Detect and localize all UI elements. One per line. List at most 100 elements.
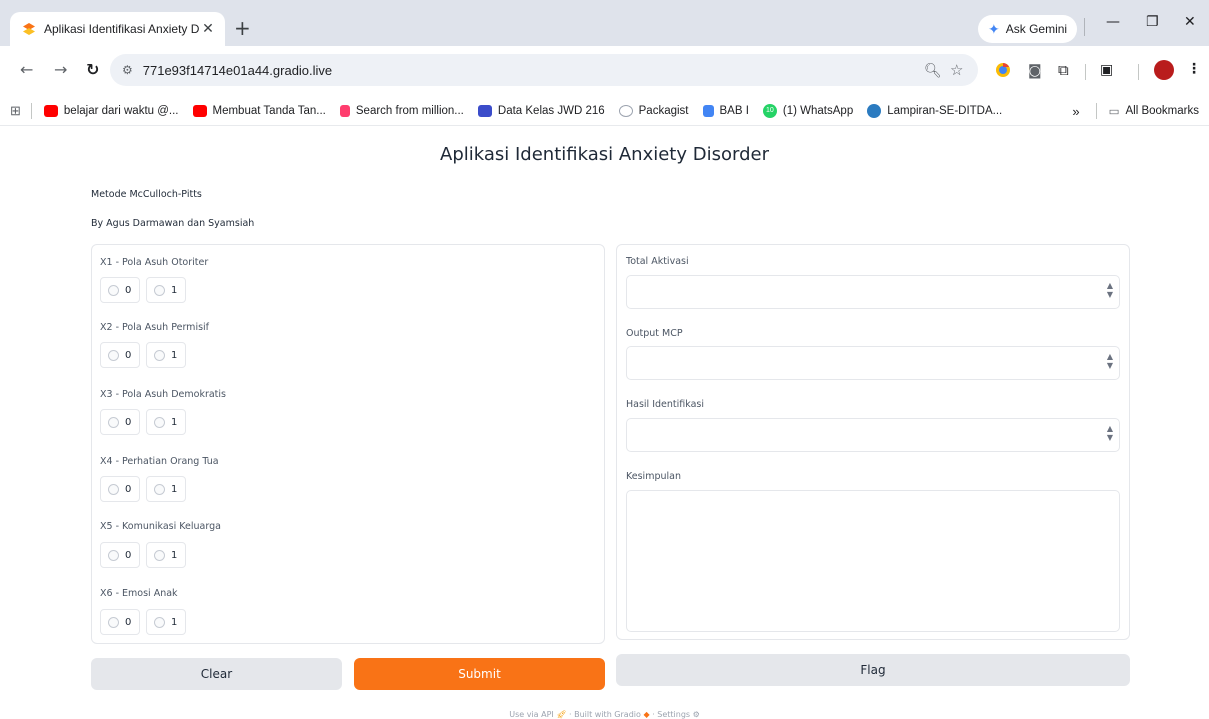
- number-spinner-icon[interactable]: ▲ ▼: [1107, 352, 1113, 370]
- radio-circle-icon: [108, 549, 119, 561]
- x2-option-1[interactable]: 1: [146, 342, 186, 368]
- bookmarks-right: » ▭ All Bookmarks: [1072, 96, 1199, 126]
- divider: [30, 102, 32, 119]
- extensions-icon[interactable]: ⧉: [1058, 61, 1069, 79]
- hasil-identifikasi-label: Hasil Identifikasi: [626, 399, 705, 410]
- bookmark-star-icon[interactable]: ☆: [950, 61, 963, 79]
- forward-icon[interactable]: →: [54, 60, 67, 79]
- ask-gemini-label: Ask Gemini: [1005, 22, 1068, 36]
- x2-option-0[interactable]: 0: [100, 342, 140, 368]
- x6-option-1[interactable]: 1: [146, 609, 186, 635]
- divider: [1084, 18, 1085, 36]
- tab-title: Aplikasi Identifikasi Anxiety Dis: [44, 22, 199, 36]
- x2-label: X2 - Pola Asuh Permisif: [100, 322, 210, 333]
- output-mcp-field[interactable]: ▲ ▼: [626, 346, 1120, 380]
- all-bookmarks-link[interactable]: All Bookmarks: [1126, 105, 1200, 117]
- tab-bar: Aplikasi Identifikasi Anxiety Dis ✕ + ✦ …: [0, 0, 1209, 46]
- submit-button[interactable]: Submit: [354, 658, 605, 690]
- radio-circle-icon: [154, 416, 165, 428]
- total-aktivasi-field[interactable]: ▲ ▼: [626, 275, 1120, 309]
- close-tab-icon[interactable]: ✕: [199, 21, 217, 37]
- settings-gear-icon: ⚙: [692, 710, 700, 719]
- flag-button[interactable]: Flag: [616, 654, 1130, 686]
- radio-circle-icon: [154, 483, 165, 495]
- bookmark-item[interactable]: Packagist: [618, 104, 689, 117]
- close-window-icon[interactable]: ✕: [1184, 14, 1196, 30]
- footer-separator: ·: [569, 710, 572, 719]
- radio-circle-icon: [108, 616, 119, 628]
- radio-circle-icon: [108, 416, 119, 428]
- url-text: 771e93f14714e01a44.gradio.live: [142, 62, 333, 78]
- bookmark-item[interactable]: Search from million...: [339, 104, 464, 117]
- page-title: Aplikasi Identifikasi Anxiety Disorder: [440, 144, 769, 165]
- screenshot-icon[interactable]: ◙: [1028, 63, 1042, 79]
- x3-option-1[interactable]: 1: [146, 409, 186, 435]
- bookmark-item[interactable]: BAB I: [702, 104, 749, 117]
- gradio-logo-icon: ◆: [643, 710, 650, 719]
- clear-button[interactable]: Clear: [91, 658, 342, 690]
- minimize-icon[interactable]: —: [1106, 14, 1120, 30]
- built-with-gradio-link[interactable]: Built with Gradio: [574, 710, 641, 719]
- radio-circle-icon: [154, 349, 165, 361]
- output-mcp-label: Output MCP: [626, 328, 683, 339]
- x3-option-0[interactable]: 0: [100, 409, 140, 435]
- address-bar[interactable]: ⚙ 771e93f14714e01a44.gradio.live: [110, 54, 978, 86]
- method-text: Metode McCulloch-Pitts: [91, 189, 202, 200]
- zoom-icon[interactable]: 🔍︎: [924, 63, 942, 79]
- x4-option-1[interactable]: 1: [146, 476, 186, 502]
- number-spinner-icon[interactable]: ▲ ▼: [1107, 281, 1113, 299]
- restore-icon[interactable]: ❐: [1146, 14, 1159, 30]
- x3-label: X3 - Pola Asuh Demokratis: [100, 389, 226, 400]
- radio-circle-icon: [154, 549, 165, 561]
- back-icon[interactable]: ←: [20, 60, 33, 79]
- bookmarks-bar: ⊞ belajar dari waktu @... Membuat Tanda …: [0, 96, 1209, 126]
- hasil-identifikasi-field[interactable]: ▲ ▼: [626, 418, 1120, 452]
- active-tab[interactable]: Aplikasi Identifikasi Anxiety Dis ✕: [10, 12, 225, 46]
- ask-gemini-button[interactable]: ✦ Ask Gemini: [978, 15, 1078, 43]
- folder-icon: ▭: [1108, 106, 1120, 118]
- reading-list-icon[interactable]: ▣: [1100, 62, 1113, 78]
- site-settings-icon[interactable]: ⚙: [122, 63, 133, 77]
- divider: [1138, 64, 1139, 80]
- footer-separator: ·: [652, 710, 655, 719]
- bookmark-item[interactable]: Membuat Tanda Tan...: [192, 104, 326, 117]
- bookmark-item[interactable]: 10 (1) WhatsApp: [762, 103, 853, 118]
- chrome-extension-icon[interactable]: [995, 62, 1011, 78]
- youtube-icon: [43, 104, 58, 117]
- settings-link[interactable]: Settings: [657, 710, 690, 719]
- x6-label: X6 - Emosi Anak: [100, 588, 178, 599]
- menu-kebab-icon[interactable]: ⋮: [1187, 61, 1201, 77]
- bookmark-item[interactable]: Lampiran-SE-DITDA...: [867, 103, 1002, 118]
- radio-circle-icon: [154, 616, 165, 628]
- use-via-api-link[interactable]: Use via API: [509, 710, 554, 719]
- reload-icon[interactable]: ↻: [86, 60, 99, 79]
- number-spinner-icon[interactable]: ▲ ▼: [1107, 424, 1113, 442]
- more-bookmarks-button[interactable]: »: [1072, 104, 1079, 119]
- packagist-icon: [618, 104, 633, 117]
- doc-icon: [702, 104, 714, 117]
- bars-icon: [339, 104, 350, 117]
- apps-grid-icon[interactable]: ⊞: [10, 103, 21, 119]
- x5-option-1[interactable]: 1: [146, 542, 186, 568]
- kesimpulan-textarea[interactable]: [626, 490, 1120, 632]
- x5-option-0[interactable]: 0: [100, 542, 140, 568]
- bookmark-item[interactable]: Data Kelas JWD 216: [477, 104, 605, 117]
- x6-option-0[interactable]: 0: [100, 609, 140, 635]
- x4-label: X4 - Perhatian Orang Tua: [100, 456, 219, 467]
- total-aktivasi-label: Total Aktivasi: [626, 256, 689, 267]
- x1-option-1[interactable]: 1: [146, 277, 186, 303]
- bookmark-item[interactable]: belajar dari waktu @...: [43, 104, 179, 117]
- x1-option-0[interactable]: 0: [100, 277, 140, 303]
- radio-circle-icon: [108, 483, 119, 495]
- new-tab-button[interactable]: +: [234, 16, 251, 40]
- profile-avatar[interactable]: [1154, 60, 1174, 80]
- divider: [1085, 64, 1086, 80]
- kesimpulan-label: Kesimpulan: [626, 471, 681, 482]
- x4-option-0[interactable]: 0: [100, 476, 140, 502]
- sheet-icon: [477, 104, 492, 117]
- x5-label: X5 - Komunikasi Keluarga: [100, 521, 221, 532]
- divider: [1095, 103, 1097, 119]
- radio-circle-icon: [154, 284, 165, 296]
- radio-circle-icon: [108, 284, 119, 296]
- x1-label: X1 - Pola Asuh Otoriter: [100, 257, 209, 268]
